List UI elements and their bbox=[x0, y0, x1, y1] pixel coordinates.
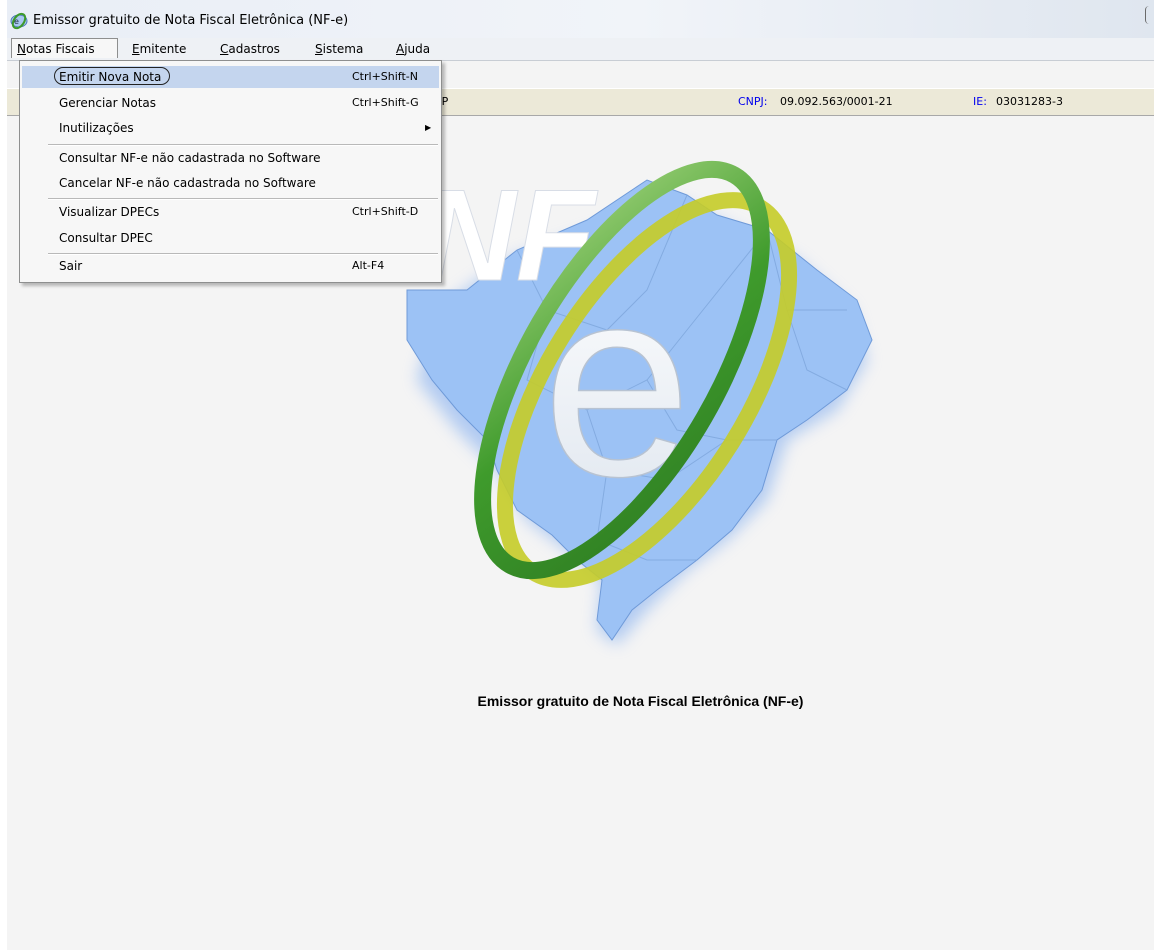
title-bar-edge bbox=[1145, 6, 1154, 24]
menu-label-rest: mitente bbox=[139, 42, 187, 56]
menu-item-shortcut: Ctrl+Shift-D bbox=[352, 205, 419, 218]
menu-emitente[interactable]: Emitente bbox=[132, 41, 186, 57]
menu-mnemonic: A bbox=[396, 42, 405, 56]
menu-item-label: Sair bbox=[59, 259, 83, 273]
cnpj-label: CNPJ: bbox=[738, 95, 768, 108]
menu-separator bbox=[48, 144, 438, 146]
cnpj-value: 09.092.563/0001-21 bbox=[780, 95, 893, 108]
ie-label: IE: bbox=[973, 95, 987, 108]
menu-mnemonic: N bbox=[17, 42, 26, 56]
nfe-app-icon: e bbox=[10, 12, 28, 30]
menu-label-rest: adastros bbox=[228, 42, 280, 56]
menu-separator bbox=[48, 198, 438, 200]
menu-item-shortcut: Ctrl+Shift-G bbox=[352, 96, 419, 109]
ie-value: 03031283-3 bbox=[996, 95, 1063, 108]
menu-item-label: Consultar NF-e não cadastrada no Softwar… bbox=[59, 151, 321, 165]
menu-item-inutilizacoes[interactable]: Inutilizações ▶ bbox=[22, 117, 439, 139]
application-window: e Emissor gratuito de Nota Fiscal Eletrô… bbox=[0, 0, 1154, 950]
menu-item-label: Visualizar DPECs bbox=[59, 205, 160, 219]
menu-item-label: Inutilizações bbox=[59, 121, 134, 135]
svg-text:e: e bbox=[14, 17, 19, 26]
menu-mnemonic: E bbox=[132, 42, 140, 56]
menu-item-gerenciar-notas[interactable]: Gerenciar Notas Ctrl+Shift-G bbox=[22, 92, 439, 114]
menu-notas-fiscais[interactable]: Notas Fiscais bbox=[11, 38, 118, 58]
menu-bar: Notas Fiscais Emitente Cadastros Sistema… bbox=[7, 38, 1154, 61]
menu-item-cancelar-nfe[interactable]: Cancelar NF-e não cadastrada no Software bbox=[22, 172, 439, 194]
menu-cadastros[interactable]: Cadastros bbox=[220, 41, 280, 57]
menu-item-label: Gerenciar Notas bbox=[59, 96, 157, 110]
logo-caption: Emissor gratuito de Nota Fiscal Eletrôni… bbox=[477, 693, 804, 709]
menu-item-label: Emitir Nova Nota bbox=[59, 70, 162, 84]
menu-item-label: Cancelar NF-e não cadastrada no Software bbox=[59, 176, 316, 190]
menu-item-consultar-dpec[interactable]: Consultar DPEC bbox=[22, 227, 439, 249]
menu-item-visualizar-dpecs[interactable]: Visualizar DPECs Ctrl+Shift-D bbox=[22, 201, 439, 223]
menu-label-rest: istema bbox=[322, 42, 364, 56]
submenu-arrow-icon: ▶ bbox=[425, 123, 432, 132]
menu-label-rest: juda bbox=[404, 42, 431, 56]
menu-item-consultar-nfe[interactable]: Consultar NF-e não cadastrada no Softwar… bbox=[22, 147, 439, 169]
menu-item-emitir-nova-nota[interactable]: Emitir Nova Nota Ctrl+Shift-N bbox=[22, 66, 439, 88]
menu-item-sair[interactable]: Sair Alt-F4 bbox=[22, 255, 439, 277]
menu-item-label: Consultar DPEC bbox=[59, 231, 153, 245]
menu-label-rest: otas Fiscais bbox=[25, 42, 95, 56]
notas-fiscais-dropdown: Emitir Nova Nota Ctrl+Shift-N Gerenciar … bbox=[19, 60, 442, 283]
menu-item-shortcut: Alt-F4 bbox=[352, 259, 385, 272]
menu-ajuda[interactable]: Ajuda bbox=[396, 41, 430, 57]
menu-item-shortcut: Ctrl+Shift-N bbox=[352, 70, 418, 83]
menu-mnemonic: S bbox=[315, 42, 323, 56]
title-bar[interactable]: e Emissor gratuito de Nota Fiscal Eletrô… bbox=[7, 0, 1154, 38]
menu-sistema[interactable]: Sistema bbox=[315, 41, 363, 57]
window-title: Emissor gratuito de Nota Fiscal Eletrôni… bbox=[33, 13, 349, 28]
